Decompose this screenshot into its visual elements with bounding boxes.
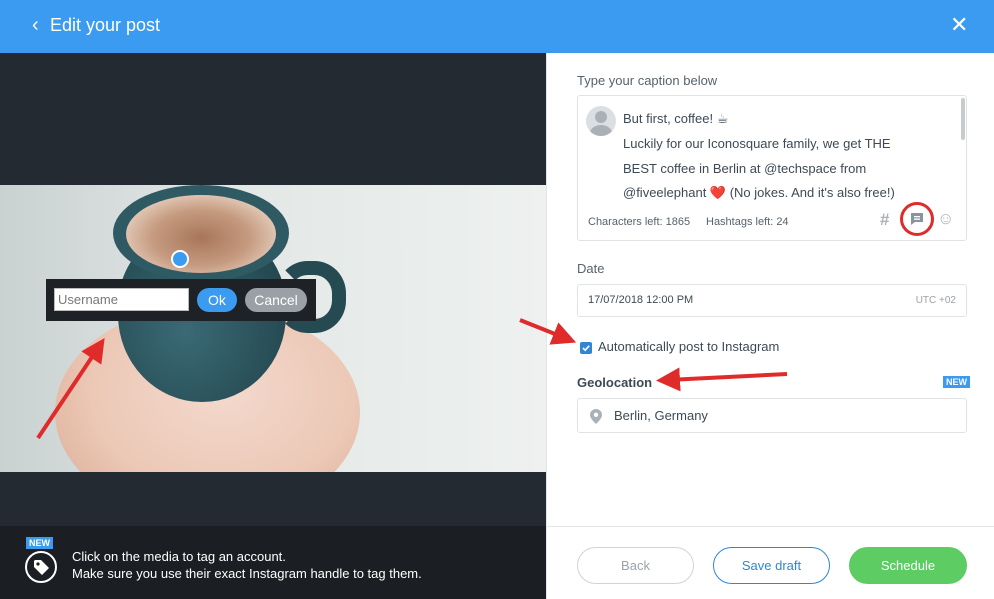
characters-left: Characters left: 1865: [588, 216, 691, 228]
hashtag-icon[interactable]: #: [880, 210, 889, 230]
geolocation-input[interactable]: Berlin, Germany: [577, 398, 967, 433]
new-badge: NEW: [943, 376, 970, 388]
location-pin-icon: [590, 409, 602, 424]
media-panel: [0, 53, 546, 599]
tag-tip-bar: NEW Click on the media to tag an account…: [0, 526, 546, 599]
timezone-label: UTC +02: [915, 295, 956, 306]
hashtags-left: Hashtags left: 24: [706, 216, 789, 228]
post-form: Type your caption below But first, coffe…: [546, 53, 994, 599]
tag-icon: [25, 551, 57, 583]
tag-marker[interactable]: [171, 250, 189, 268]
caption-line: BEST coffee in Berlin at @techspace from: [623, 161, 867, 176]
action-bar: Back Save draft Schedule: [547, 526, 994, 599]
username-input[interactable]: Username: [54, 288, 189, 311]
schedule-button[interactable]: Schedule: [849, 547, 967, 584]
first-comment-icon[interactable]: [900, 202, 934, 236]
caption-line: Luckily for our Iconosquare family, we g…: [623, 136, 891, 151]
tip-line-1: Click on the media to tag an account.: [72, 549, 286, 564]
cancel-button[interactable]: Cancel: [245, 288, 307, 312]
date-label: Date: [577, 261, 605, 276]
avatar: [586, 106, 616, 136]
tag-popup: Username Ok Cancel: [46, 279, 316, 321]
caption-line: But first, coffee! ☕: [623, 111, 729, 126]
save-draft-button[interactable]: Save draft: [713, 547, 830, 584]
post-image[interactable]: [0, 185, 546, 472]
date-value: 17/07/2018 12:00 PM: [588, 294, 694, 306]
geolocation-value: Berlin, Germany: [614, 408, 708, 423]
caption-label: Type your caption below: [577, 73, 718, 88]
caption-editor[interactable]: But first, coffee! ☕ Luckily for our Ico…: [577, 95, 967, 241]
tip-line-2: Make sure you use their exact Instagram …: [72, 566, 422, 581]
close-icon[interactable]: ✕: [950, 13, 968, 37]
back-button[interactable]: Back: [577, 547, 694, 584]
auto-post-label[interactable]: Automatically post to Instagram: [598, 339, 779, 354]
ok-button[interactable]: Ok: [197, 288, 237, 312]
page-title: Edit your post: [50, 15, 161, 35]
caption-scrollbar[interactable]: [961, 98, 965, 140]
geolocation-label: Geolocation: [577, 375, 653, 390]
back-chevron-icon[interactable]: ‹: [32, 14, 39, 36]
emoji-icon[interactable]: ☺: [937, 209, 954, 229]
date-field[interactable]: 17/07/2018 12:00 PM UTC +02: [577, 284, 967, 317]
caption-line: @fiveelephant ❤️ (No jokes. And it's als…: [623, 185, 895, 200]
auto-post-checkbox[interactable]: [580, 342, 592, 354]
coffee-shape: [126, 195, 276, 273]
new-badge: NEW: [26, 537, 53, 549]
top-bar: ‹ Edit your post ✕: [0, 0, 994, 53]
